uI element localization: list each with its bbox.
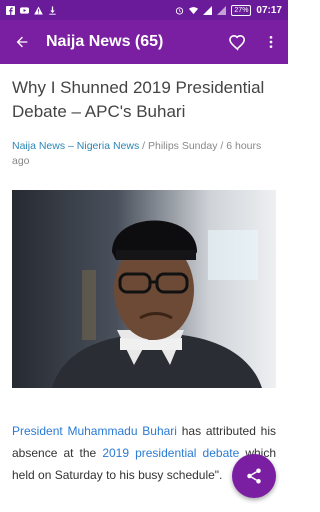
warning-icon bbox=[34, 5, 43, 15]
more-vertical-icon bbox=[269, 36, 273, 48]
facebook-icon bbox=[6, 5, 15, 15]
arrow-back-icon bbox=[16, 36, 28, 48]
article-author: Philips Sunday bbox=[147, 140, 218, 152]
alarm-icon bbox=[176, 6, 184, 15]
app-bar: Naija News (65) bbox=[0, 20, 288, 64]
heart-outline-icon bbox=[228, 34, 245, 51]
youtube-icon bbox=[20, 6, 29, 14]
more-options-button[interactable] bbox=[254, 20, 288, 64]
signal-icon bbox=[217, 5, 227, 15]
share-icon bbox=[247, 468, 261, 484]
status-bar: 27% 07:17 bbox=[0, 0, 288, 20]
article-meta: Naija News – Nigeria News / Philips Sund… bbox=[12, 139, 276, 169]
page-title: Naija News (65) bbox=[46, 33, 164, 50]
body-link-president[interactable]: President Muhammadu Buhari bbox=[12, 424, 177, 438]
meta-separator: / bbox=[139, 140, 148, 152]
download-icon bbox=[49, 5, 56, 15]
category-link[interactable]: Naija News – Nigeria News bbox=[12, 140, 139, 152]
favorite-button[interactable] bbox=[220, 20, 254, 64]
signal-icon bbox=[203, 5, 213, 15]
body-link-debate[interactable]: 2019 presidential debate bbox=[102, 446, 239, 460]
article-content: Why I Shunned 2019 Presidential Debate –… bbox=[12, 64, 276, 486]
wifi-icon bbox=[189, 6, 199, 14]
battery-indicator: 27% bbox=[231, 4, 252, 16]
article-image[interactable] bbox=[12, 190, 276, 388]
back-button[interactable] bbox=[0, 20, 44, 64]
clock: 07:17 bbox=[256, 4, 282, 16]
portrait-illustration bbox=[12, 190, 276, 388]
article-headline: Why I Shunned 2019 Presidential Debate –… bbox=[12, 78, 265, 121]
meta-separator: / bbox=[217, 140, 227, 152]
share-button[interactable] bbox=[232, 454, 276, 498]
